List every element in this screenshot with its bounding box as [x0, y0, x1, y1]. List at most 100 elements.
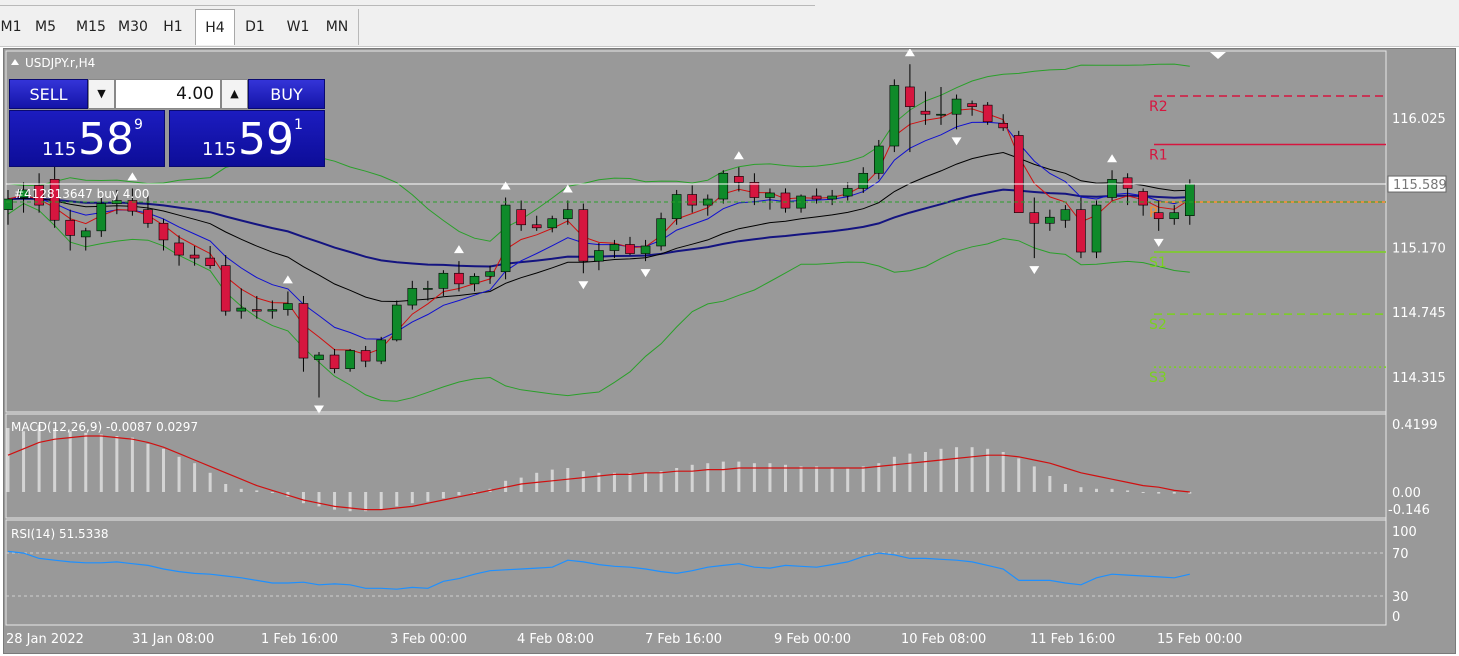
sell-button[interactable]: SELL — [9, 79, 88, 109]
toolbar-top-strip — [0, 0, 815, 6]
macd-bar — [830, 468, 834, 492]
macd-bar — [1017, 458, 1021, 492]
candle-body — [609, 244, 620, 251]
macd-bar — [130, 437, 134, 492]
macd-bar — [581, 471, 585, 492]
volume-increase-icon[interactable]: ▲ — [221, 79, 248, 109]
candle-body — [749, 182, 760, 198]
candle-body — [454, 272, 464, 285]
candle-body — [827, 195, 837, 200]
macd-bar — [37, 424, 41, 492]
macd-bar — [317, 492, 321, 507]
macd-bar — [846, 468, 850, 492]
tf-m30-button[interactable]: M30 — [114, 9, 152, 45]
tf-d1-button[interactable]: D1 — [238, 9, 272, 45]
macd-bar — [1079, 487, 1083, 492]
sell-price-pips: 58 — [78, 114, 134, 165]
candle-body — [500, 204, 511, 273]
tf-h4-button[interactable]: H4 — [195, 9, 235, 45]
tf-m15-button[interactable]: M15 — [72, 9, 110, 45]
macd-bar — [659, 471, 663, 492]
candle-body — [951, 98, 962, 115]
candle-body — [174, 242, 184, 256]
order-line-label: #412813647 buy 4.00 — [14, 187, 149, 201]
macd-bar — [877, 463, 881, 492]
macd-bar — [955, 447, 959, 492]
tf-m5-button[interactable]: M5 — [29, 9, 62, 45]
candle-body — [625, 244, 635, 254]
buy-price-pips: 59 — [238, 114, 294, 165]
candle-body — [967, 103, 977, 107]
candle-body — [1169, 212, 1180, 220]
price-axis-label: 116.025 — [1392, 112, 1446, 127]
tf-mn-button[interactable]: MN — [320, 9, 354, 45]
macd-bar — [1032, 466, 1036, 492]
candle-body — [4, 198, 13, 210]
rsi-axis-label: 100 — [1392, 525, 1417, 540]
candle-body — [96, 203, 107, 232]
macd-bar — [939, 448, 943, 492]
macd-bar — [441, 492, 445, 499]
macd-bar — [410, 492, 414, 504]
price-axis-label: 114.745 — [1392, 306, 1446, 321]
candle-body — [936, 113, 946, 116]
macd-bar — [815, 466, 819, 492]
candle-body — [547, 218, 558, 229]
macd-bar — [255, 490, 259, 492]
tf-h1-button[interactable]: H1 — [156, 9, 190, 45]
macd-bar — [6, 428, 10, 492]
candle-body — [205, 257, 215, 266]
macd-bar — [1048, 476, 1052, 492]
candle-body — [718, 172, 729, 200]
candle-body — [267, 309, 278, 312]
macd-bar — [193, 463, 197, 492]
pivot-s1-label: S1 — [1149, 255, 1167, 271]
tf-w1-button[interactable]: W1 — [280, 9, 316, 45]
pivot-s2-label: S2 — [1149, 317, 1167, 333]
candle-body — [236, 307, 247, 312]
rsi-axis-label: 70 — [1392, 547, 1409, 562]
candle-body — [158, 222, 169, 241]
sell-price-display[interactable]: 115 58 9 — [9, 110, 165, 167]
candle-body — [1029, 212, 1040, 224]
candle-body — [734, 176, 744, 183]
date-label: 9 Feb 00:00 — [774, 632, 851, 647]
candle-body — [345, 350, 355, 369]
pivot-r1-label: R1 — [1149, 148, 1168, 164]
tf-m1-button[interactable]: M1 — [0, 9, 22, 45]
macd-label: MACD(12,26,9) -0.0087 0.0297 — [11, 420, 198, 434]
buy-price-display[interactable]: 115 59 1 — [169, 110, 325, 167]
candle-body — [391, 304, 402, 341]
candle-body — [485, 271, 495, 277]
macd-bar — [68, 431, 72, 492]
candle-body — [873, 145, 884, 174]
macd-bar — [970, 447, 974, 492]
buy-price-prefix: 115 — [202, 139, 237, 160]
candle-body — [1045, 216, 1055, 224]
date-axis: 28 Jan 2022 31 Jan 08:00 1 Feb 16:00 3 F… — [6, 632, 1242, 647]
volume-input[interactable] — [115, 79, 221, 109]
candle-body — [1091, 204, 1102, 253]
macd-bar — [84, 432, 88, 492]
candle-body — [765, 192, 775, 198]
candle-body — [671, 194, 682, 220]
volume-decrease-icon[interactable]: ▼ — [88, 79, 115, 109]
sell-price-prefix: 115 — [42, 139, 77, 160]
candle-body — [1185, 183, 1195, 216]
candle-body — [220, 265, 231, 312]
candle-body — [1076, 209, 1086, 253]
candle-body — [329, 354, 340, 369]
candle-body — [811, 195, 822, 200]
macd-bar — [224, 484, 228, 492]
macd-bar — [612, 472, 616, 492]
macd-bar — [146, 444, 150, 492]
candle-body — [189, 254, 200, 259]
candle-body — [531, 224, 542, 229]
timeframe-toolbar: M1 M5 M15 M30 H1 H4 D1 W1 MN — [0, 0, 1459, 47]
buy-button[interactable]: BUY — [248, 79, 325, 109]
date-label: 7 Feb 16:00 — [645, 632, 722, 647]
macd-bar — [1001, 452, 1005, 492]
macd-bar — [99, 434, 103, 492]
candle-body — [1107, 179, 1117, 198]
candle-body — [594, 250, 604, 262]
